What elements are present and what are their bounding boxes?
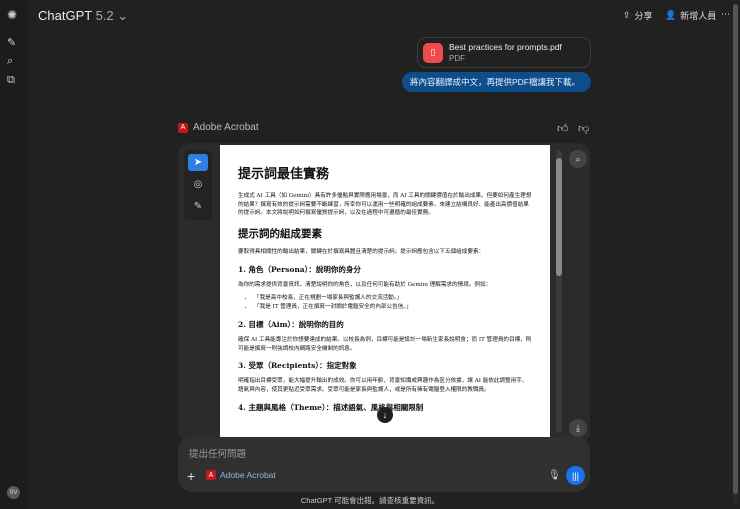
search-icon[interactable]: ⌕ bbox=[7, 55, 21, 69]
zoom-search-icon[interactable]: ⌕ bbox=[569, 150, 587, 168]
file-icon: ▯ bbox=[423, 42, 443, 63]
viewer-toolbar: ➤ ◎ ✎ bbox=[184, 150, 212, 220]
tool-chip-label: Adobe Acrobat bbox=[220, 470, 276, 480]
doc-bullets: 「我是高中校長，正在規劃一場家長與監護人的交流活動。」 「我是 IT 管理員，正… bbox=[238, 294, 532, 312]
doc-heading-2: 2. 目標（Aim）：說明你的目的 bbox=[238, 320, 344, 330]
acrobat-label: Adobe Acrobat bbox=[193, 122, 259, 133]
comment-tool-icon[interactable]: ◎ bbox=[188, 176, 208, 193]
page-scrollbar[interactable] bbox=[733, 4, 738, 504]
pdf-scrollbar[interactable] bbox=[556, 150, 562, 433]
add-attachment-icon[interactable]: + bbox=[187, 468, 195, 484]
app-name: ChatGPT bbox=[38, 8, 92, 23]
model-selector[interactable]: ChatGPT 5.2 ⌄ bbox=[38, 8, 128, 24]
doc-paragraph-1: 為你的需求提供背景資訊，清楚說明你的角色，以及任何可能有助於 Gemini 理解… bbox=[238, 281, 492, 288]
acrobat-header: A Adobe Acrobat bbox=[178, 122, 259, 133]
sidebar-rail: ✺ ✎ ⌕ ⧉ SV bbox=[0, 0, 28, 509]
chevron-down-icon: ⌄ bbox=[117, 8, 129, 23]
share-button[interactable]: ⇪ 分享 bbox=[623, 9, 653, 22]
voice-mode-icon[interactable]: ||| bbox=[566, 466, 585, 485]
share-icon: ⇪ bbox=[623, 10, 631, 20]
doc-paragraph-3: 明確指出目標受眾，能大幅提升輸出的成效。你可以用年齡、背景知識或興趣作為區分依據… bbox=[238, 378, 528, 394]
acrobat-tool-chip[interactable]: A Adobe Acrobat bbox=[206, 470, 276, 480]
doc-bullet: 「我是高中校長，正在規劃一場家長與監護人的交流活動。」 bbox=[254, 294, 532, 303]
doc-section-intro: 要取得具相關性的輸出結果，關鍵在於撰寫具體且清楚的提示詞。提示詞應包含以下五個組… bbox=[238, 248, 485, 255]
add-people-label: 新增人員 bbox=[680, 11, 717, 21]
new-chat-icon[interactable]: ✎ bbox=[7, 36, 21, 50]
prompt-input[interactable]: 提出任何問題 bbox=[189, 446, 246, 460]
thumbs-down-icon[interactable]: 👎︎ bbox=[578, 122, 589, 135]
doc-heading-1: 1. 角色（Persona）：說明你的身分 bbox=[238, 264, 361, 274]
select-tool-icon[interactable]: ➤ bbox=[188, 154, 208, 171]
doc-heading-3: 3. 受眾（Recipients）：指定對象 bbox=[238, 361, 357, 371]
thumbs-up-icon[interactable]: 👍︎ bbox=[557, 122, 569, 135]
pdf-page: 提示詞最佳實務 生成式 AI 工具（如 Gemini）具有許多優點與實際應用場景… bbox=[220, 145, 550, 437]
doc-bullet: 「我是 IT 管理員，正在撰寫一封關於電腦安全的內部公告信。」 bbox=[254, 303, 532, 312]
draw-tool-icon[interactable]: ✎ bbox=[188, 198, 208, 215]
user-message: 將內容翻譯成中文，再提供PDF檔讓我下載。 bbox=[402, 72, 591, 92]
gpts-icon[interactable]: ⧉ bbox=[7, 74, 21, 88]
openai-logo-icon[interactable]: ✺ bbox=[7, 8, 21, 22]
file-attachment[interactable]: ▯ Best practices for prompts.pdf PDF bbox=[417, 37, 591, 68]
share-label: 分享 bbox=[634, 11, 653, 21]
disclaimer: ChatGPT 可能會出錯。請查核重要資訊。 bbox=[300, 496, 440, 505]
doc-paragraph-2: 確保 AI 工具能專注於你想要達成的結果。以校長為例，目標可能是設計一場新生家長… bbox=[238, 337, 532, 352]
file-type: PDF bbox=[449, 54, 465, 63]
scroll-down-icon[interactable]: ↓ bbox=[377, 407, 393, 423]
acrobat-icon: A bbox=[178, 122, 188, 133]
doc-title: 提示詞最佳實務 bbox=[238, 167, 330, 182]
file-name: Best practices for prompts.pdf bbox=[449, 42, 562, 52]
microphone-icon[interactable]: 🎙︎ bbox=[548, 470, 561, 481]
model-version: 5.2 bbox=[95, 8, 114, 23]
add-people-button[interactable]: 👤 新增人員 bbox=[665, 9, 716, 22]
download-icon[interactable]: ⤓ bbox=[569, 419, 587, 437]
doc-intro: 生成式 AI 工具（如 Gemini）具有許多優點與實際應用場景，而 AI 工具… bbox=[238, 193, 532, 217]
acrobat-icon: A bbox=[206, 470, 216, 480]
add-person-icon: 👤 bbox=[665, 10, 677, 20]
doc-section-heading: 提示詞的組成要素 bbox=[238, 227, 322, 240]
more-options-button[interactable]: ⋯ bbox=[721, 9, 730, 20]
